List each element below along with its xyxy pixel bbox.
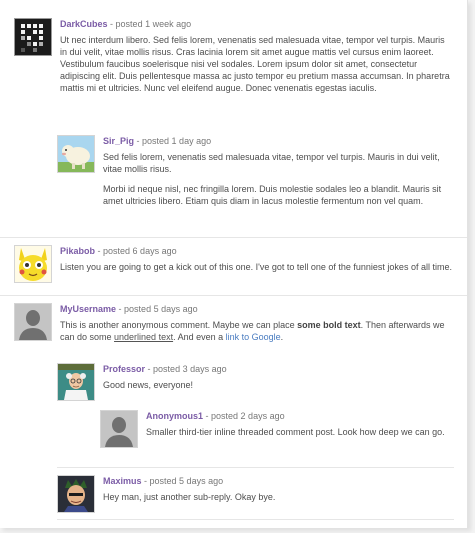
darkcubes-avatar-icon: [15, 19, 51, 55]
author-link[interactable]: MyUsername: [60, 304, 116, 314]
comment-meta: Pikabob - posted 6 days ago: [60, 245, 454, 257]
comment-meta: DarkCubes - posted 1 week ago: [60, 18, 454, 30]
comment-meta: Professor - posted 3 days ago: [103, 363, 454, 375]
underlined-text: underlined text: [114, 332, 174, 342]
comments-panel: DarkCubes - posted 1 week ago Ut nec int…: [0, 0, 468, 528]
comment-maximus: Maximus - posted 5 days ago Hey man, jus…: [57, 475, 454, 519]
comment-text: Sed felis lorem, venenatis sed malesuada…: [103, 152, 440, 174]
posted-time: posted 1 day ago: [142, 136, 212, 146]
sheep-avatar[interactable]: [57, 135, 95, 173]
comment-meta: MyUsername - posted 5 days ago: [60, 303, 454, 315]
text-span: .: [280, 332, 284, 342]
comment-professor: Professor - posted 3 days ago Good news,…: [57, 363, 454, 407]
comment-text: Ut nec interdum libero. Sed felis lorem,…: [60, 35, 450, 93]
sheep-avatar-icon: [58, 136, 94, 172]
comment-text: Smaller third-tier inline threaded comme…: [146, 427, 445, 437]
professor-avatar[interactable]: [57, 363, 95, 401]
comment-meta: Anonymous1 - posted 2 days ago: [146, 410, 454, 422]
posted-time: posted 6 days ago: [103, 246, 177, 256]
author-link[interactable]: Professor: [103, 364, 145, 374]
maximus-avatar-icon: [58, 476, 94, 512]
comment-divider: [57, 519, 454, 520]
google-link[interactable]: link to Google: [226, 332, 281, 342]
comment-darkcubes: DarkCubes - posted 1 week ago Ut nec int…: [14, 18, 454, 131]
professor-avatar-icon: [58, 364, 94, 400]
comment-text: Good news, everyone!: [103, 380, 194, 390]
author-link[interactable]: DarkCubes: [60, 19, 108, 29]
comment-meta: Maximus - posted 5 days ago: [103, 475, 454, 487]
comment-divider: [0, 237, 467, 238]
author-link[interactable]: Anonymous1: [146, 411, 203, 421]
author-link[interactable]: Maximus: [103, 476, 142, 486]
posted-time: posted 3 days ago: [153, 364, 227, 374]
user-silhouette-icon: [15, 304, 51, 340]
comment-text: This is another anonymous comment. Maybe…: [60, 319, 454, 343]
user-silhouette-icon: [101, 411, 137, 447]
comment-divider: [57, 467, 454, 468]
comment-myusername: MyUsername - posted 5 days ago This is a…: [14, 303, 454, 357]
bold-text: some bold text: [297, 320, 361, 330]
posted-time: posted 1 week ago: [115, 19, 192, 29]
posted-time: posted 5 days ago: [149, 476, 224, 486]
comment-anonymous1: Anonymous1 - posted 2 days ago Smaller t…: [100, 410, 454, 467]
comment-pikabob: Pikabob - posted 6 days ago Listen you a…: [14, 245, 454, 291]
author-link[interactable]: Sir_Pig: [103, 136, 134, 146]
pikabob-avatar-icon: [15, 246, 51, 282]
comment-text: Morbi id neque nisl, nec fringilla lorem…: [103, 184, 442, 206]
default-user-avatar[interactable]: [14, 303, 52, 341]
comment-meta: Sir_Pig - posted 1 day ago: [103, 135, 454, 147]
comment-divider: [0, 295, 467, 296]
comment-text: Listen you are going to get a kick out o…: [60, 262, 452, 272]
pikabob-avatar[interactable]: [14, 245, 52, 283]
posted-time: posted 5 days ago: [124, 304, 198, 314]
maximus-avatar[interactable]: [57, 475, 95, 513]
text-span: This is another anonymous comment. Maybe…: [60, 320, 298, 330]
posted-time: posted 2 days ago: [211, 411, 285, 421]
darkcubes-avatar[interactable]: [14, 18, 52, 56]
comment-sir-pig: Sir_Pig - posted 1 day ago Sed felis lor…: [57, 135, 454, 235]
author-link[interactable]: Pikabob: [60, 246, 95, 256]
comment-text: Hey man, just another sub-reply. Okay by…: [103, 492, 276, 502]
default-user-avatar[interactable]: [100, 410, 138, 448]
text-span: . And even a: [173, 332, 226, 342]
